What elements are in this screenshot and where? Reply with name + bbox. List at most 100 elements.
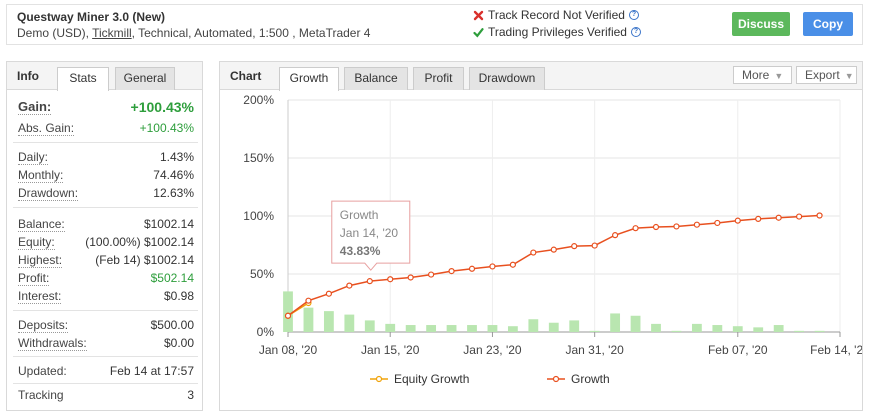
stat-profit: Profit: $502.14 <box>18 271 194 288</box>
daily-gain-bar <box>671 330 682 332</box>
stat-value: 74.46% <box>153 168 194 182</box>
stat-value: $500.00 <box>150 318 194 332</box>
growth-point <box>796 213 803 220</box>
daily-gain-bar <box>610 313 621 332</box>
divider <box>13 356 198 357</box>
growth-point <box>652 223 660 231</box>
daily-gain-bar <box>528 319 539 332</box>
stat-label: Interest: <box>18 289 62 304</box>
daily-gain-bar <box>364 320 375 332</box>
daily-gain-bar <box>691 323 702 332</box>
tab-balance[interactable]: Balance <box>344 67 408 90</box>
broker-link[interactable]: Tickmill <box>92 26 132 40</box>
stat-label: Profit: <box>18 271 50 286</box>
growth-point <box>673 223 680 230</box>
account-details-prefix: Demo (USD), <box>17 26 93 40</box>
growth-point <box>468 265 476 272</box>
y-tick-label: 100% <box>243 209 274 223</box>
stat-deposits: Deposits: $500.00 <box>18 318 194 335</box>
tab-drawdown[interactable]: Drawdown <box>469 67 545 90</box>
y-tick-label: 0% <box>257 325 275 339</box>
discuss-button[interactable]: Discuss <box>732 12 790 36</box>
info-panel-title: Info <box>17 69 39 83</box>
growth-point <box>530 249 537 256</box>
stat-label: Balance: <box>18 217 65 232</box>
growth-point <box>591 242 598 249</box>
daily-gain-bar <box>651 323 661 332</box>
daily-gain-bar <box>385 323 396 332</box>
stat-label: Abs. Gain: <box>18 121 75 136</box>
y-tick-label: 150% <box>243 151 274 165</box>
stat-label: Daily: <box>18 150 49 165</box>
stat-abs-gain: Abs. Gain: +100.43% <box>18 121 194 138</box>
growth-point <box>407 274 414 281</box>
legend-growth-label: Growth <box>571 372 610 386</box>
daily-gain-bar <box>467 325 477 332</box>
growth-chart[interactable]: 0% 50% 100% 150% 200% Jan 08, '20 Jan 15, '20 J… <box>220 90 862 410</box>
copy-button[interactable]: Copy <box>803 12 853 36</box>
growth-point <box>734 217 741 224</box>
x-tick-label: Jan 08, '20 <box>259 343 318 357</box>
daily-gain-bar <box>548 322 559 332</box>
info-panel-header: Info Stats General <box>7 62 202 91</box>
divider <box>13 142 198 143</box>
x-tick-label: Jan 23, '20 <box>463 343 522 357</box>
export-label: Export <box>805 68 840 82</box>
daily-gain-bar <box>732 326 743 332</box>
daily-gain-bar <box>405 325 416 332</box>
stat-label: Tracking <box>18 388 64 402</box>
trading-privileges-status: Trading Privileges Verified ? <box>473 25 641 39</box>
daily-gain-bar <box>630 315 641 332</box>
more-label: More <box>742 68 770 82</box>
help-icon[interactable]: ? <box>628 10 639 20</box>
stat-value: 1.43% <box>159 150 194 164</box>
tab-stats[interactable]: Stats <box>57 67 109 91</box>
growth-point <box>346 282 353 289</box>
daily-gain-bar <box>507 326 518 332</box>
stat-gain: Gain: +100.43% <box>18 100 194 117</box>
growth-point <box>775 214 782 221</box>
stat-balance: Balance: $1002.14 <box>18 217 194 234</box>
stat-value: 3 <box>187 388 194 402</box>
help-icon[interactable]: ? <box>630 27 641 37</box>
stat-label: Withdrawals: <box>18 336 87 351</box>
stat-highest: Highest: (Feb 14) $1002.14 <box>18 253 194 270</box>
stat-value: +100.43% <box>130 99 194 115</box>
y-tick-label: 50% <box>250 267 274 281</box>
stat-tracking: Tracking 3 <box>18 388 194 405</box>
stat-equity: Equity: (100.00%) $1002.14 <box>18 235 194 252</box>
export-dropdown[interactable]: Export ▼ <box>796 66 857 84</box>
daily-gain-bar <box>814 330 825 332</box>
daily-gain-bar <box>446 325 457 332</box>
chart-panel-title: Chart <box>230 69 262 83</box>
growth-point <box>632 225 639 232</box>
tab-growth[interactable]: Growth <box>279 67 339 91</box>
daily-gain-bar <box>426 325 437 332</box>
checkmark-icon <box>473 27 484 37</box>
stat-value: (100.00%) $1002.14 <box>85 235 194 249</box>
account-details: Demo (USD), Tickmill, Technical, Automat… <box>17 26 370 40</box>
growth-point <box>387 276 394 283</box>
tab-profit[interactable]: Profit <box>413 67 464 90</box>
stat-value: $0.00 <box>163 336 194 350</box>
divider <box>13 383 198 384</box>
stat-value: 12.63% <box>153 186 194 200</box>
stat-drawdown: Drawdown: 12.63% <box>18 186 194 203</box>
stat-label: Drawdown: <box>18 186 79 201</box>
growth-point <box>325 290 332 297</box>
daily-gain-bar <box>344 314 355 332</box>
daily-gain-bar <box>712 325 723 332</box>
x-tick-label: Jan 15, '20 <box>361 343 420 357</box>
cross-icon <box>473 10 484 20</box>
more-dropdown[interactable]: More ▼ <box>733 66 792 84</box>
tab-general[interactable]: General <box>115 67 175 90</box>
growth-point <box>816 212 823 219</box>
track-record-status: Track Record Not Verified ? <box>473 8 639 22</box>
daily-gain-bar <box>569 320 580 332</box>
stat-value: $502.14 <box>150 271 194 285</box>
track-record-label: Track Record Not Verified <box>488 8 625 22</box>
growth-point <box>509 261 516 268</box>
stat-value: $0.98 <box>163 289 194 303</box>
daily-gain-bar <box>753 327 764 332</box>
stat-interest: Interest: $0.98 <box>18 289 194 306</box>
